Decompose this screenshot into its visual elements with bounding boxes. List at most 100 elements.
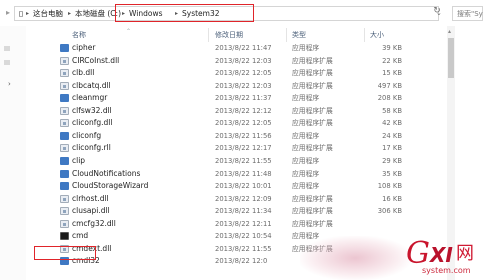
file-name: cleanmgr bbox=[72, 93, 108, 103]
dll-file-icon bbox=[60, 106, 69, 115]
file-type: 应用程序扩展 bbox=[292, 207, 333, 216]
file-date: 2013/8/22 12:09 bbox=[215, 194, 272, 203]
dll-file-icon bbox=[60, 56, 69, 65]
file-size: 24 KB bbox=[382, 131, 402, 140]
nav-pane-item[interactable] bbox=[4, 60, 10, 65]
file-size: 17 KB bbox=[382, 144, 402, 153]
watermark-url: system.com bbox=[422, 266, 471, 275]
file-row[interactable]: CloudNotifications 2013/8/22 11:48 应用程序 35 … bbox=[26, 168, 446, 180]
file-date: 2013/8/22 11:37 bbox=[215, 94, 272, 103]
scrollbar-thumb[interactable] bbox=[448, 38, 454, 78]
file-date: 2013/8/22 11:55 bbox=[215, 156, 272, 165]
column-header: 名称 修改日期 类型 大小 bbox=[26, 28, 446, 42]
file-row[interactable]: clb.dll 2013/8/22 12:05 应用程序扩展 15 KB bbox=[26, 67, 446, 79]
command-prompt-icon bbox=[60, 232, 69, 241]
file-date: 2013/8/22 12:03 bbox=[215, 56, 272, 65]
file-date: 2013/8/22 11:34 bbox=[215, 207, 272, 216]
address-highlight-box bbox=[115, 4, 254, 22]
file-row[interactable]: CloudStorageWizard 2013/8/22 10:01 应用程序 108… bbox=[26, 180, 446, 192]
file-date: 2013/8/22 12:12 bbox=[215, 106, 272, 115]
file-size: 22 KB bbox=[382, 56, 402, 65]
file-type: 应用程序 bbox=[292, 156, 320, 165]
file-row[interactable]: cleanmgr 2013/8/22 11:37 应用程序 208 KB bbox=[26, 92, 446, 104]
application-icon bbox=[60, 44, 69, 52]
file-row[interactable]: clbcatq.dll 2013/8/22 12:03 应用程序扩展 497 KB bbox=[26, 80, 446, 92]
file-name: CloudNotifications bbox=[72, 168, 141, 178]
file-size: 35 KB bbox=[382, 169, 402, 178]
search-input[interactable]: 搜索"Sy bbox=[452, 6, 483, 21]
column-name[interactable]: 名称 bbox=[72, 30, 86, 40]
file-type: 应用程序扩展 bbox=[292, 81, 333, 90]
file-row[interactable]: cliconfg.rll 2013/8/22 12:17 应用程序扩展 17 KB bbox=[26, 142, 446, 154]
file-name: cliconfg.rll bbox=[72, 143, 111, 153]
file-type: 应用程序扩展 bbox=[292, 194, 333, 203]
file-row[interactable]: clfsw32.dll 2013/8/22 12:12 应用程序扩展 58 KB bbox=[26, 105, 446, 117]
dll-file-icon bbox=[60, 219, 69, 228]
file-date: 2013/8/22 10:01 bbox=[215, 182, 272, 191]
application-icon bbox=[60, 131, 69, 140]
file-row[interactable]: clip 2013/8/22 11:55 应用程序 29 KB bbox=[26, 155, 446, 167]
file-row[interactable]: clusapi.dll 2013/8/22 11:34 应用程序扩展 306 KB bbox=[26, 205, 446, 217]
file-name: cmd bbox=[72, 231, 89, 241]
file-row[interactable]: cmcfg32.dll 2013/8/22 12:11 应用程序扩展 bbox=[26, 218, 446, 230]
file-name: clrhost.dll bbox=[72, 193, 109, 203]
file-name: clfsw32.dll bbox=[72, 105, 112, 115]
file-size: 29 KB bbox=[382, 156, 402, 165]
cmd-highlight-box bbox=[34, 246, 96, 260]
nav-pane-item[interactable] bbox=[4, 46, 10, 51]
column-date[interactable]: 修改日期 bbox=[215, 30, 243, 40]
column-divider[interactable] bbox=[208, 28, 209, 42]
file-date: 2013/8/22 11:48 bbox=[215, 169, 272, 178]
dll-file-icon bbox=[60, 81, 69, 90]
file-date: 2013/8/22 12:0 bbox=[215, 257, 268, 266]
file-date: 2013/8/22 11:55 bbox=[215, 244, 272, 253]
file-name: cipher bbox=[72, 43, 96, 52]
file-type: 应用程序 bbox=[292, 131, 320, 140]
file-type: 应用程序扩展 bbox=[292, 106, 333, 115]
file-type: 应用程序扩展 bbox=[292, 69, 333, 78]
column-divider[interactable] bbox=[286, 28, 287, 42]
address-strip: ▸ ▯ ▸ 这台电脑 ▸ 本地磁盘 (C:) ▸ Windows ▸ Syste… bbox=[0, 0, 483, 26]
file-size: 58 KB bbox=[382, 106, 402, 115]
file-date: 2013/8/22 11:47 bbox=[215, 44, 272, 52]
file-name: clip bbox=[72, 155, 86, 165]
file-name: clb.dll bbox=[72, 68, 95, 78]
file-row[interactable]: clrhost.dll 2013/8/22 12:09 应用程序扩展 16 KB bbox=[26, 193, 446, 205]
nav-back-icon[interactable]: ▸ bbox=[6, 7, 14, 19]
file-size: 15 KB bbox=[382, 69, 402, 78]
watermark-splash bbox=[300, 236, 410, 280]
file-type: 应用程序 bbox=[292, 169, 320, 178]
dll-file-icon bbox=[60, 69, 69, 78]
refresh-icon[interactable]: ↻ bbox=[430, 4, 444, 18]
breadcrumb-this-pc[interactable]: 这台电脑 bbox=[33, 9, 63, 19]
file-date: 2013/8/22 11:56 bbox=[215, 131, 272, 140]
breadcrumb-separator-icon: ▸ bbox=[68, 10, 72, 17]
file-name: clbcatq.dll bbox=[72, 80, 111, 90]
file-row[interactable]: cliconfg.dll 2013/8/22 12:05 应用程序扩展 42 KB bbox=[26, 117, 446, 129]
file-name: cliconfg.dll bbox=[72, 118, 113, 128]
file-size: 39 KB bbox=[382, 44, 402, 52]
scroll-up-icon[interactable]: ▴ bbox=[448, 28, 451, 35]
file-size: 42 KB bbox=[382, 119, 402, 128]
file-type: 应用程序 bbox=[292, 182, 320, 191]
file-date: 2013/8/22 12:11 bbox=[215, 219, 272, 228]
column-divider[interactable] bbox=[364, 28, 365, 42]
file-row[interactable]: cliconfg 2013/8/22 11:56 应用程序 24 KB bbox=[26, 130, 446, 142]
file-row[interactable]: CIRCoInst.dll 2013/8/22 12:03 应用程序扩展 22 KB bbox=[26, 55, 446, 67]
dll-file-icon bbox=[60, 119, 69, 128]
breadcrumb-this-pc-icon: ▯ bbox=[19, 9, 24, 18]
nav-expand-icon[interactable]: › bbox=[8, 80, 11, 88]
file-type: 应用程序扩展 bbox=[292, 56, 333, 65]
file-size: 208 KB bbox=[377, 94, 402, 103]
file-date: 2013/8/22 10:54 bbox=[215, 232, 272, 241]
file-name: clusapi.dll bbox=[72, 206, 110, 216]
navigation-pane[interactable]: › bbox=[0, 26, 26, 280]
file-size: 497 KB bbox=[377, 81, 402, 90]
application-icon bbox=[60, 169, 69, 178]
file-row[interactable]: cipher 2013/8/22 11:47 应用程序 39 KB bbox=[26, 42, 446, 54]
file-date: 2013/8/22 12:05 bbox=[215, 69, 272, 78]
watermark-letters-xi: XI bbox=[430, 243, 453, 267]
column-size[interactable]: 大小 bbox=[370, 30, 384, 40]
column-type[interactable]: 类型 bbox=[292, 30, 306, 40]
dll-file-icon bbox=[60, 207, 69, 216]
